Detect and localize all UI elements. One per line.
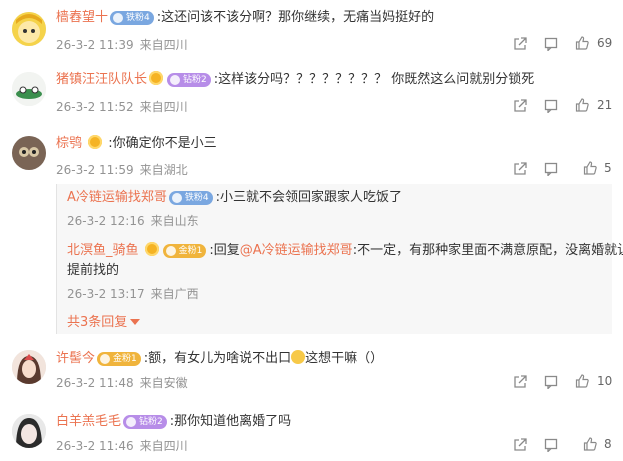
- more-replies-link[interactable]: 共3条回复: [67, 311, 141, 330]
- timestamp: 26-3-2 12:16: [67, 214, 145, 228]
- comment-icon[interactable]: [544, 375, 558, 389]
- timestamp: 26-3-2 11:46: [56, 439, 134, 453]
- thumb-up-icon[interactable]: [583, 437, 597, 451]
- avatar[interactable]: [12, 72, 46, 106]
- location: 来自湖北: [139, 163, 188, 177]
- location: 来自四川: [139, 100, 188, 114]
- thumb-up-icon[interactable]: [575, 374, 589, 388]
- like-count: 69: [597, 36, 613, 50]
- comment-text: :这还问该不该分啊？那你继续，无痛当妈挺好的: [156, 10, 435, 25]
- comment-icon[interactable]: [544, 438, 558, 452]
- timestamp: 26-3-2 11:59: [56, 163, 134, 177]
- comment-icon[interactable]: [544, 37, 558, 51]
- timestamp: 26-3-2 11:52: [56, 100, 134, 114]
- like-count: 8: [604, 437, 612, 451]
- timestamp: 26-3-2 13:17: [67, 287, 145, 301]
- vip-crown-icon: [144, 242, 159, 256]
- vip-crown-icon: [149, 71, 164, 85]
- reply-username[interactable]: A冷链运输找郑哥: [67, 190, 167, 205]
- location: 来自广西: [150, 287, 199, 301]
- thumb-up-icon[interactable]: [575, 36, 589, 50]
- chevron-down-icon: [130, 319, 141, 325]
- location: 来自山东: [150, 214, 199, 228]
- fan-badge: 金粉1: [97, 352, 141, 366]
- location: 来自四川: [139, 439, 188, 453]
- more-replies-label: 共3条回复: [67, 315, 128, 330]
- replies-panel: A冷链运输找郑哥 铁粉4:小三就不会领回家跟家人吃饭了 26-3-2 12:16 来…: [56, 184, 623, 334]
- timestamp: 26-3-2 11:39: [56, 38, 134, 52]
- vip-crown-icon: [88, 135, 103, 149]
- like-count: 5: [604, 161, 612, 175]
- thumb-up-icon[interactable]: [575, 98, 589, 112]
- like-count: 10: [597, 374, 613, 388]
- username[interactable]: 猪镇汪汪队队长: [56, 72, 147, 87]
- fan-badge: 铁粉4: [168, 191, 213, 205]
- avatar[interactable]: [12, 12, 46, 46]
- username[interactable]: 棕鸮: [56, 136, 82, 151]
- comment-text: :那你知道他离婚了吗: [169, 414, 292, 429]
- mention-link[interactable]: @A冷链运输找郑哥: [240, 243, 353, 258]
- share-icon[interactable]: [513, 99, 527, 113]
- avatar[interactable]: [12, 350, 46, 384]
- reply-text: :不一定，有那种家里面不满意原配，没离婚就让: [352, 243, 623, 258]
- comment-icon[interactable]: [544, 99, 558, 113]
- location: 来自四川: [139, 38, 188, 52]
- fan-badge: 钻粉2: [167, 73, 211, 87]
- fan-badge: 钻粉2: [123, 415, 167, 429]
- timestamp: 26-3-2 11:48: [56, 376, 134, 390]
- like-count: 21: [597, 98, 613, 112]
- username[interactable]: 白羊羔毛毛: [56, 414, 121, 429]
- share-icon[interactable]: [513, 438, 527, 452]
- share-icon[interactable]: [513, 37, 527, 51]
- reply-prefix: :回复: [209, 243, 240, 258]
- comment-text-2: 这想干嘛（）: [305, 351, 384, 366]
- emoji-icon: [291, 350, 306, 364]
- fan-badge: 铁粉4: [110, 11, 154, 25]
- reply-username[interactable]: 北溟鱼_骑鱼: [67, 243, 139, 258]
- avatar[interactable]: [12, 414, 46, 448]
- share-icon[interactable]: [513, 162, 527, 176]
- thumb-up-icon[interactable]: [583, 161, 597, 175]
- username[interactable]: 樯舂望十: [56, 10, 108, 25]
- location: 来自安徽: [139, 376, 188, 390]
- fan-badge: 金粉1: [162, 244, 207, 258]
- avatar[interactable]: [12, 136, 46, 170]
- reply-text-cont: 提前找的: [67, 263, 120, 278]
- comment-text: :这样该分吗？？？？？？？？ 你既然这么问就别分锁死: [213, 72, 535, 87]
- comment-text: :额，有女儿为啥说不出口: [143, 351, 292, 366]
- share-icon[interactable]: [513, 375, 527, 389]
- comment-icon[interactable]: [544, 162, 558, 176]
- reply-text: :小三就不会领回家跟家人吃饭了: [215, 190, 403, 205]
- username[interactable]: 许髻今: [56, 351, 95, 366]
- comment-text: :你确定你不是小三: [108, 136, 217, 151]
